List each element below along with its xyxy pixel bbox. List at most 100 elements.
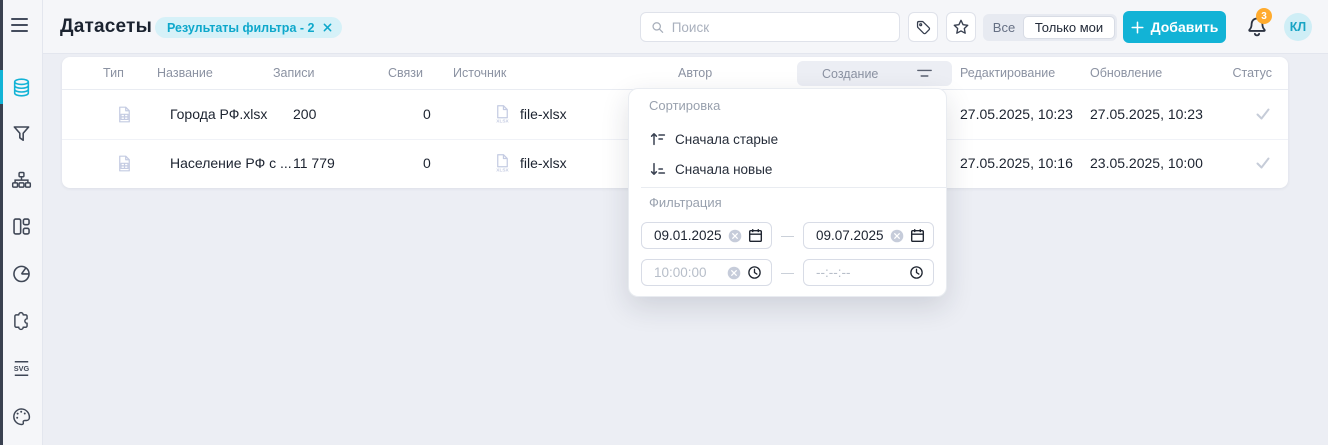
date-to-value: 09.07.2025 xyxy=(816,228,884,243)
scope-toggle: Все Только мои xyxy=(983,14,1117,41)
status-check-icon xyxy=(1254,105,1272,123)
filter-badge-label: Результаты фильтра - 2 xyxy=(167,21,314,35)
search-input[interactable] xyxy=(672,20,889,35)
pie-chart-icon xyxy=(11,263,32,284)
avatar[interactable]: КЛ xyxy=(1284,13,1312,41)
sort-oldest-label: Сначала старые xyxy=(675,132,778,147)
svg-icon-label: SVG xyxy=(14,364,30,373)
time-to-input[interactable]: --:--:-- xyxy=(803,259,934,286)
dataset-type-icon xyxy=(115,105,134,124)
hamburger-menu-icon[interactable] xyxy=(11,18,31,36)
dataset-name: Города РФ.xlsx xyxy=(157,106,273,122)
time-from-value: 10:00:00 xyxy=(654,265,721,280)
notification-count-badge: 3 xyxy=(1256,8,1272,24)
page-title: Датасеты xyxy=(60,0,152,54)
dataset-links: 0 xyxy=(388,155,453,171)
add-button[interactable]: Добавить xyxy=(1123,11,1226,43)
sidebar: SVG xyxy=(0,0,43,445)
svg-file-icon: SVG xyxy=(11,358,32,379)
hierarchy-icon xyxy=(11,170,32,191)
column-header-records: Записи xyxy=(273,66,388,80)
column-header-name: Название xyxy=(157,66,273,80)
dataset-type-icon xyxy=(115,154,134,173)
date-from-value: 09.01.2025 xyxy=(654,228,722,243)
date-range-row: 09.01.2025 — 09.07.2025 xyxy=(641,222,934,249)
sort-oldest-option[interactable]: Сначала старые xyxy=(649,125,778,153)
table-header-row: Тип Название Записи Связи Источник Автор… xyxy=(62,57,1288,90)
filter-section-label: Фильтрация xyxy=(649,195,722,210)
sidebar-item-filters[interactable] xyxy=(11,123,32,144)
column-header-status: Статус xyxy=(1240,66,1272,80)
layout-icon xyxy=(11,216,32,237)
range-separator: — xyxy=(781,265,794,280)
dataset-updated: 27.05.2025, 10:23 xyxy=(1090,106,1240,122)
dataset-source: file-xlsx xyxy=(520,155,567,171)
tag-icon xyxy=(915,19,932,36)
sidebar-item-plugins[interactable] xyxy=(11,310,32,331)
sort-newest-label: Сначала новые xyxy=(675,162,772,177)
sort-ascending-icon xyxy=(649,130,667,148)
filter-results-badge: Результаты фильтра - 2 xyxy=(155,17,342,38)
sidebar-item-datasets[interactable] xyxy=(11,77,32,98)
tags-button[interactable] xyxy=(908,12,938,42)
xlsx-file-icon: XLSX xyxy=(493,153,512,173)
dataset-updated: 23.05.2025, 10:00 xyxy=(1090,155,1240,171)
dataset-records: 200 xyxy=(273,106,388,122)
clear-icon[interactable] xyxy=(728,229,742,243)
sidebar-item-svg-assets[interactable]: SVG xyxy=(11,358,32,379)
active-nav-indicator xyxy=(0,70,3,104)
clock-icon[interactable] xyxy=(747,265,762,280)
xlsx-icon-label: XLSX xyxy=(496,119,509,124)
sort-filter-popover: Сортировка Сначала старые Сначала новые … xyxy=(628,88,947,297)
search-box[interactable] xyxy=(640,12,900,42)
column-header-updated: Обновление xyxy=(1090,66,1240,80)
sidebar-item-themes[interactable] xyxy=(11,406,32,427)
calendar-icon[interactable] xyxy=(910,228,925,243)
popover-divider xyxy=(641,187,946,188)
sort-section-label: Сортировка xyxy=(649,98,720,113)
dataset-edited: 27.05.2025, 10:16 xyxy=(960,155,1090,171)
calendar-icon[interactable] xyxy=(748,228,763,243)
sidebar-item-charts[interactable] xyxy=(11,263,32,284)
clock-icon[interactable] xyxy=(909,265,924,280)
topbar: Датасеты Результаты фильтра - 2 Все Толь… xyxy=(43,0,1328,54)
column-header-source: Источник xyxy=(453,66,678,80)
clear-icon[interactable] xyxy=(890,229,904,243)
time-to-value: --:--:-- xyxy=(816,265,903,280)
sort-descending-icon xyxy=(649,160,667,178)
column-header-type: Тип xyxy=(103,66,157,80)
sort-newest-option[interactable]: Сначала новые xyxy=(649,155,772,183)
dataset-name: Население РФ с ... xyxy=(157,155,273,171)
toggle-all-option[interactable]: Все xyxy=(985,20,1023,35)
window-edge xyxy=(0,0,3,445)
funnel-icon xyxy=(11,123,32,144)
range-separator: — xyxy=(781,228,794,243)
puzzle-icon xyxy=(11,310,32,331)
column-header-links: Связи xyxy=(388,66,453,80)
filter-lines-icon xyxy=(917,69,932,78)
favorites-button[interactable] xyxy=(946,12,976,42)
xlsx-file-icon: XLSX xyxy=(493,104,512,124)
dataset-edited: 27.05.2025, 10:23 xyxy=(960,106,1090,122)
xlsx-icon-label: XLSX xyxy=(496,168,509,173)
time-from-input[interactable]: 10:00:00 xyxy=(641,259,772,286)
creation-column-filter-control[interactable]: Создание xyxy=(797,61,952,86)
sidebar-item-hierarchy[interactable] xyxy=(11,170,32,191)
column-header-edited: Редактирование xyxy=(960,66,1090,80)
clear-icon[interactable] xyxy=(727,266,741,280)
close-icon[interactable] xyxy=(323,23,332,32)
dataset-source: file-xlsx xyxy=(520,106,567,122)
status-check-icon xyxy=(1254,154,1272,172)
date-from-input[interactable]: 09.01.2025 xyxy=(641,222,772,249)
search-icon xyxy=(651,20,665,35)
dataset-records: 11 779 xyxy=(273,155,388,171)
time-range-row: 10:00:00 — --:--:-- xyxy=(641,259,934,286)
star-icon xyxy=(952,18,970,36)
palette-icon xyxy=(11,406,32,427)
creation-column-label: Создание xyxy=(822,67,878,81)
sidebar-item-dashboards[interactable] xyxy=(11,216,32,237)
dataset-links: 0 xyxy=(388,106,453,122)
add-button-label: Добавить xyxy=(1151,19,1219,35)
date-to-input[interactable]: 09.07.2025 xyxy=(803,222,934,249)
toggle-only-mine-option[interactable]: Только мои xyxy=(1023,16,1115,39)
